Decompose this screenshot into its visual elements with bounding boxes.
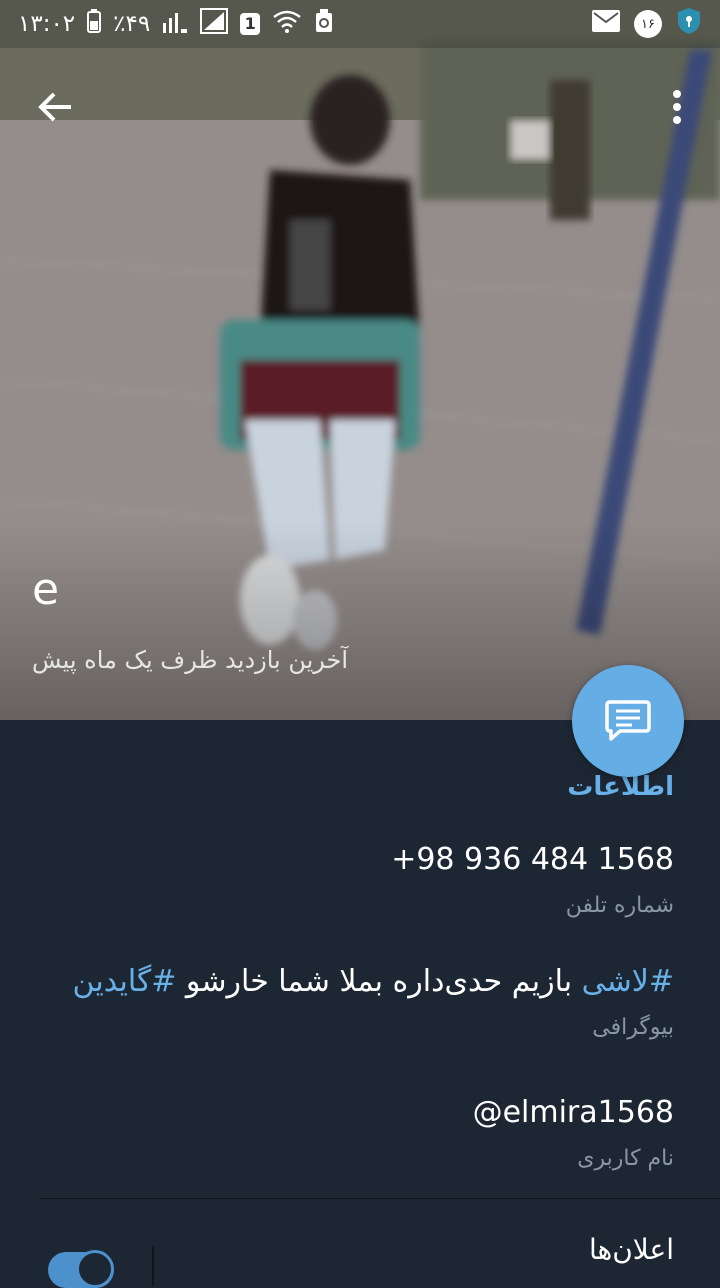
username-row[interactable]: @elmira1568 نام کاربری (34, 1091, 674, 1177)
status-bar: ۱۳:۰۲ ٪۴۹ 1 ۱۶ (0, 0, 720, 48)
bio-row[interactable]: #لاشی بازیم حدی‌داره بملا شما خارشو #گای… (34, 960, 674, 1046)
clock: ۱۳:۰۲ (18, 11, 76, 37)
phone-number: +98 936 484 1568 (391, 842, 674, 877)
bio-text: #لاشی بازیم حدی‌داره بملا شما خارشو #گای… (34, 960, 674, 1004)
profile-photo[interactable] (0, 0, 720, 720)
profile-name: e (32, 564, 60, 615)
more-options-button[interactable] (662, 80, 692, 134)
signal-icon (162, 9, 188, 39)
chat-bubble-icon (605, 700, 651, 741)
last-seen-status: آخرین بازدید ظرف یک ماه پیش (32, 646, 349, 674)
sim-icon: 1 (240, 13, 261, 35)
bio-hashtag-2[interactable]: #گایدین (73, 964, 177, 999)
bio-label: بیوگرافی (592, 1015, 674, 1040)
username-value: @elmira1568 (472, 1095, 674, 1130)
recycle-icon (314, 9, 334, 39)
notifications-toggle[interactable] (48, 1250, 114, 1288)
send-message-button[interactable] (572, 665, 684, 777)
notifications-label[interactable]: اعلان‌ها (589, 1233, 674, 1266)
phone-label: شماره تلفن (565, 893, 674, 918)
battery-percent: ٪۴۹ (113, 11, 151, 37)
username-label: نام کاربری (577, 1146, 674, 1171)
battery-icon (87, 9, 102, 39)
bio-body: بازیم حدی‌داره بملا شما خارشو (176, 964, 582, 999)
mail-icon (592, 10, 620, 38)
cell-signal-icon (200, 8, 229, 40)
more-vertical-icon (673, 90, 681, 124)
wifi-icon (272, 9, 302, 39)
bio-hashtag-1[interactable]: #لاشی (582, 964, 674, 999)
status-bar-right: ۱۶ (592, 7, 702, 41)
back-button[interactable] (28, 80, 82, 134)
phone-row[interactable]: +98 936 484 1568 شماره تلفن (34, 838, 674, 924)
arrow-left-icon (38, 92, 71, 122)
shield-icon (676, 7, 702, 41)
toggle-knob (76, 1250, 114, 1288)
notifications-separator (152, 1246, 154, 1286)
badge-icon: ۱۶ (634, 10, 662, 38)
status-bar-left: ۱۳:۰۲ ٪۴۹ 1 (18, 8, 334, 40)
section-divider (40, 1198, 720, 1199)
